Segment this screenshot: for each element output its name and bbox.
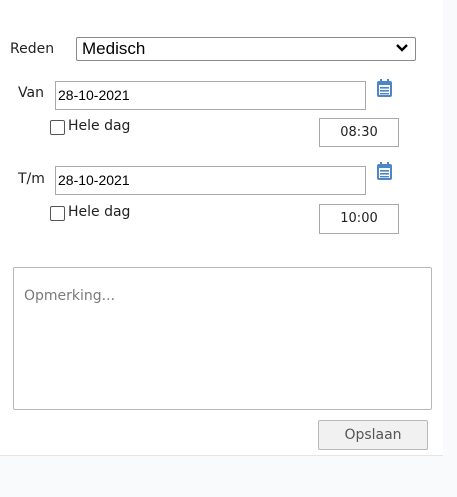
remark-textarea[interactable]: Opmerking...	[13, 267, 432, 410]
calendar-icon[interactable]	[376, 162, 393, 181]
from-allday-label: Hele dag	[68, 118, 131, 134]
to-allday-checkbox[interactable]	[50, 206, 65, 221]
save-button[interactable]: Opslaan	[318, 420, 428, 450]
remark-placeholder: Opmerking...	[24, 288, 116, 304]
to-label: T/m	[18, 171, 45, 187]
reason-selected-value: Medisch	[82, 39, 146, 58]
from-time-input[interactable]: 08:30	[319, 118, 399, 147]
reason-select[interactable]: Medisch	[76, 37, 416, 61]
absence-form-panel: Reden Medisch Van 28-10-2021 Hele dag 08…	[0, 0, 443, 456]
to-time-input[interactable]: 10:00	[319, 204, 399, 234]
to-date-input[interactable]: 28-10-2021	[55, 166, 366, 195]
to-allday-label: Hele dag	[68, 204, 131, 220]
reason-label: Reden	[10, 41, 55, 57]
from-label: Van	[18, 85, 44, 101]
chevron-down-icon	[396, 44, 408, 52]
from-allday-checkbox[interactable]	[50, 120, 65, 135]
from-date-input[interactable]: 28-10-2021	[55, 81, 366, 110]
calendar-icon[interactable]	[376, 79, 393, 98]
